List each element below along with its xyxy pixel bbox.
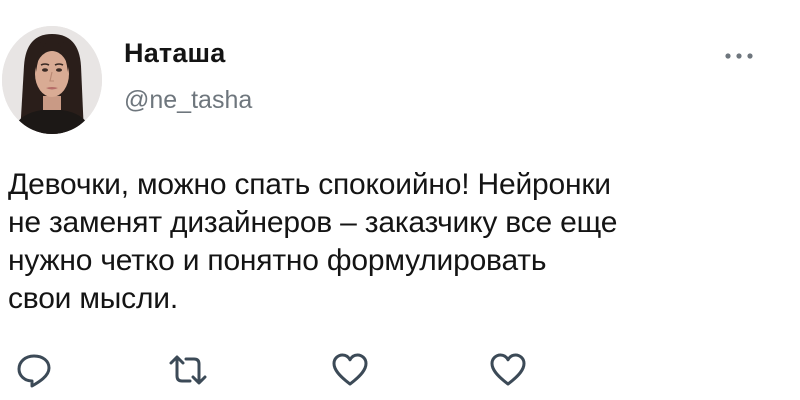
like-button[interactable] <box>330 350 370 390</box>
retweet-button[interactable] <box>168 350 208 390</box>
tweet-text-line: свои мысли. <box>8 282 178 315</box>
reply-button[interactable] <box>14 350 54 390</box>
avatar-portrait <box>2 26 102 134</box>
author-handle[interactable]: @ne_tasha <box>124 86 252 115</box>
tweet-card: Наташа @ne_tasha Девочки, можно спать сп… <box>0 0 800 400</box>
author-display-name[interactable]: Наташа <box>124 38 225 69</box>
tweet-text-line: нужно четко и понятно формулировать <box>8 244 547 277</box>
like-button-secondary[interactable] <box>488 350 528 390</box>
retweet-icon <box>169 355 207 385</box>
tweet-text: Девочки, можно спать спокоийно! Нейронки… <box>8 166 788 318</box>
tweet-text-line: Девочки, можно спать спокоийно! Нейронки <box>8 168 611 201</box>
reply-icon <box>17 354 51 388</box>
heart-icon <box>332 353 368 386</box>
tweet-text-line: не заменят дизайнеров – заказчику все ещ… <box>8 206 618 239</box>
heart-icon <box>490 353 526 386</box>
avatar[interactable] <box>2 26 102 134</box>
tweet-actions <box>0 350 800 390</box>
more-horizontal-icon[interactable] <box>722 44 758 68</box>
